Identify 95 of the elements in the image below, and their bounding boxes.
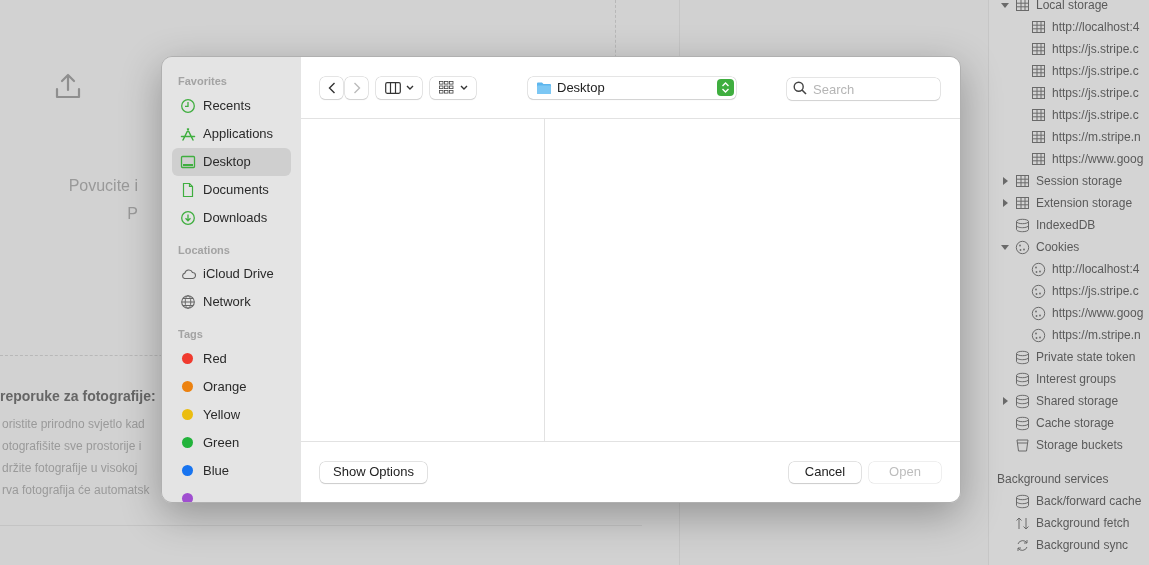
tree-item-label[interactable]: https://js.stripe.c <box>1052 84 1139 102</box>
forward-icon <box>352 81 361 94</box>
cookie-icon <box>1031 261 1046 277</box>
search-field[interactable]: Search <box>787 78 940 100</box>
globe-icon <box>180 294 196 310</box>
stepper-icon <box>717 79 734 96</box>
database-icon <box>1015 415 1030 431</box>
sidebar-item[interactable]: Downloads <box>172 203 291 232</box>
sidebar-item[interactable]: Desktop <box>172 147 291 176</box>
database-icon <box>1015 371 1030 387</box>
sidebar-item[interactable]: Blue <box>172 456 291 485</box>
back-icon <box>327 81 336 94</box>
tree-item-label[interactable]: https://m.stripe.n <box>1052 326 1141 344</box>
table-icon <box>1031 63 1046 79</box>
grid-icon <box>438 81 454 94</box>
sidebar-item[interactable]: Recents <box>172 91 291 120</box>
table-icon <box>1031 19 1046 35</box>
tree-item-label[interactable]: http://localhost:4 <box>1052 260 1140 278</box>
database-icon <box>1015 349 1030 365</box>
expanded-arrow-icon[interactable] <box>1001 1 1009 9</box>
cookie-icon <box>1031 305 1046 321</box>
tree-item-label[interactable]: Extension storage <box>1036 194 1133 212</box>
tree-item-label[interactable]: http://localhost:4 <box>1052 18 1140 36</box>
tree-item-label[interactable]: Private state token <box>1036 348 1136 366</box>
section-heading: Tags <box>177 327 204 342</box>
cookie-icon <box>1031 283 1046 299</box>
tree-item-label[interactable]: https://js.stripe.c <box>1052 62 1139 80</box>
tree-item-label[interactable]: IndexedDB <box>1036 216 1096 234</box>
tree-item-label[interactable]: https://www.goog <box>1052 304 1144 322</box>
database-icon <box>1015 393 1030 409</box>
table-icon <box>1031 151 1046 167</box>
tree-item-label[interactable]: Background sync <box>1036 536 1129 554</box>
clock-icon <box>180 97 196 114</box>
tree-item-label[interactable]: Back/forward cache <box>1036 492 1142 510</box>
sync-icon <box>1015 537 1030 553</box>
tree-item-label[interactable]: Cookies <box>1036 238 1080 256</box>
tree-item-label[interactable]: Cache storage <box>1036 414 1115 432</box>
desktop-icon <box>180 153 196 170</box>
caret-icon <box>405 85 414 90</box>
tree-item-label[interactable]: https://js.stripe.c <box>1052 282 1139 300</box>
table-icon <box>1015 0 1030 13</box>
back-button[interactable] <box>320 76 343 99</box>
database-icon <box>1015 217 1030 233</box>
sidebar-item[interactable]: Applications <box>172 119 291 148</box>
tree-item-label[interactable]: Background fetch <box>1036 514 1130 532</box>
sidebar-item[interactable]: Yellow <box>172 400 291 429</box>
collapsed-arrow-icon[interactable] <box>1001 397 1009 405</box>
cloud-icon <box>180 266 196 282</box>
section-heading: reporuke za fotografije: <box>0 387 156 406</box>
table-icon <box>1031 85 1046 101</box>
columns-view-icon <box>384 81 401 94</box>
table-icon <box>1031 129 1046 145</box>
cookie-icon <box>1015 239 1030 255</box>
tip-text: rva fotografija će automatsk <box>1 482 150 499</box>
tree-item-label[interactable]: Session storage <box>1036 172 1123 190</box>
sidebar-item[interactable]: Red <box>172 344 291 373</box>
folder-icon <box>536 80 552 95</box>
tree-item-label[interactable]: Local storage <box>1036 0 1109 14</box>
section-heading: Locations <box>177 242 231 258</box>
document-icon <box>180 181 196 198</box>
location-dropdown[interactable]: Desktop <box>528 76 736 99</box>
table-icon <box>1031 41 1046 57</box>
expanded-arrow-icon[interactable] <box>1001 243 1009 251</box>
tree-item-label[interactable]: Storage buckets <box>1036 436 1123 454</box>
apps-icon <box>180 125 196 142</box>
download-icon <box>180 209 196 226</box>
show-options-button[interactable]: Show Options <box>320 461 427 483</box>
sidebar-item[interactable]: Network <box>172 288 291 316</box>
section-heading: Background services <box>996 471 1110 488</box>
cancel-button[interactable]: Cancel <box>789 461 861 483</box>
collapsed-arrow-icon[interactable] <box>1001 177 1009 185</box>
section-heading: Favorites <box>177 74 228 89</box>
view-mode-button[interactable] <box>376 76 422 99</box>
tree-item-label[interactable]: Interest groups <box>1036 370 1117 388</box>
up-down-arrows-icon <box>1015 515 1030 531</box>
tree-item-label[interactable]: https://m.stripe.n <box>1052 128 1141 146</box>
tree-item-label[interactable]: Shared storage <box>1036 392 1119 410</box>
table-icon <box>1031 107 1046 123</box>
collapsed-arrow-icon[interactable] <box>1001 199 1009 207</box>
tree-item-label[interactable]: https://js.stripe.c <box>1052 40 1139 58</box>
caret-icon <box>459 85 468 90</box>
sidebar-item[interactable]: Green <box>172 428 291 457</box>
table-icon <box>1015 195 1030 211</box>
sidebar-item[interactable]: Orange <box>172 372 291 401</box>
group-button[interactable] <box>430 76 476 99</box>
sidebar-item[interactable]: Documents <box>172 175 291 204</box>
tree-item-label[interactable]: https://js.stripe.c <box>1052 106 1139 124</box>
sidebar-item[interactable]: iCloud Drive <box>172 260 291 288</box>
hint-text: P <box>127 204 138 224</box>
database-icon <box>1015 493 1030 509</box>
tree-item-label[interactable]: https://www.goog <box>1052 150 1144 168</box>
table-icon <box>1015 173 1030 189</box>
upload-icon <box>54 72 82 100</box>
cookie-icon <box>1031 327 1046 343</box>
bucket-icon <box>1015 437 1030 453</box>
